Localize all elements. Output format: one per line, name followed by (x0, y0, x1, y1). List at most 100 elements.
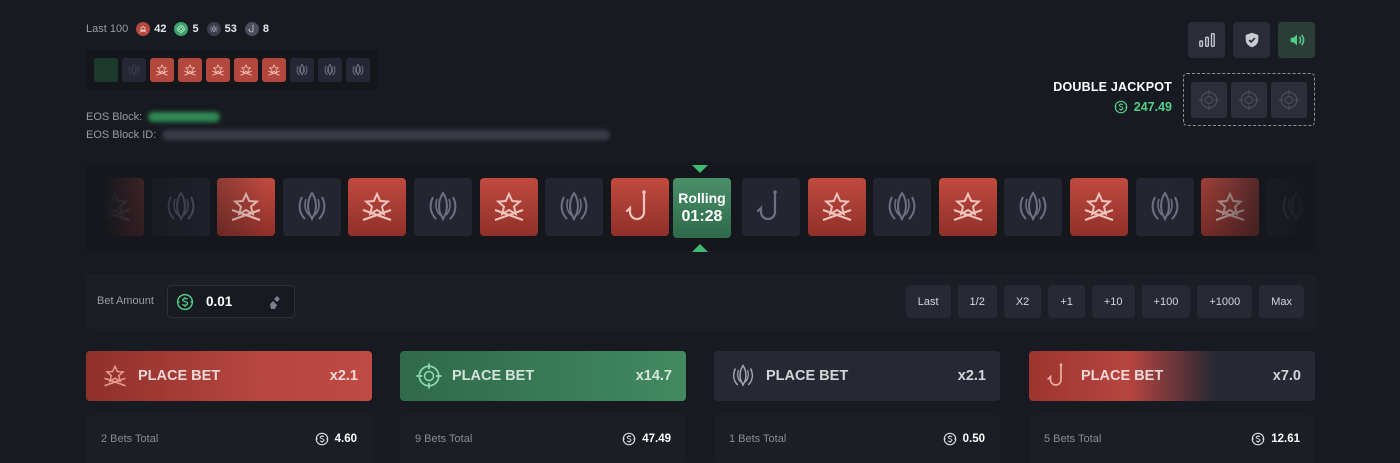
quick-bet-button[interactable]: Max (1259, 285, 1304, 318)
roller-fade-right (1176, 163, 1316, 251)
roller-tile-hook (610, 178, 669, 236)
rolling-label: Rolling (678, 190, 726, 206)
bonus-icon (1237, 88, 1261, 112)
bonus-icon (1197, 88, 1221, 112)
t-icon (100, 361, 130, 391)
quick-bet-button[interactable]: +10 (1091, 285, 1135, 318)
place-bet-button-ct[interactable]: PLACE BET x2.1 (714, 351, 1000, 401)
recent-roll-bonus (94, 58, 118, 82)
hook-icon (751, 187, 791, 227)
bet-amount-value: 0.01 (206, 294, 233, 309)
bets-total-value: 47.49 (642, 433, 671, 445)
jackpot-value-row: 247.49 (1053, 100, 1172, 114)
bets-total-value: 4.60 (334, 433, 357, 445)
ct-icon (206, 22, 221, 36)
t-icon (817, 187, 857, 227)
history-label: Last 100 (86, 23, 129, 35)
recent-roll-t (150, 58, 174, 82)
bets-total-amount: 47.49 (622, 432, 671, 446)
bets-total-row: 2 Bets Total 4.60 (86, 415, 372, 463)
history-ct-stat: 53 (206, 22, 237, 36)
quick-bet-button[interactable]: +100 (1141, 285, 1191, 318)
jackpot-title: DOUBLE JACKPOT (1053, 80, 1172, 94)
sound-toggle-button[interactable] (1278, 22, 1315, 58)
hook-icon (620, 187, 660, 227)
recent-roll-ct (290, 58, 314, 82)
bets-total-row: 9 Bets Total 47.49 (400, 415, 686, 463)
roller-pointer-bottom (692, 244, 708, 252)
recent-roll-t (206, 58, 230, 82)
rolling-timer: 01:28 (681, 208, 723, 225)
clear-brush-icon[interactable] (268, 294, 284, 310)
jackpot-slot (1271, 81, 1307, 118)
shield-check-icon (1245, 32, 1258, 48)
hook-icon (244, 22, 259, 36)
history-t-stat: 42 (136, 22, 166, 36)
stats-button[interactable] (1188, 22, 1225, 58)
history-hook-count: 8 (262, 23, 269, 35)
payout-multiplier: x2.1 (329, 368, 358, 384)
recent-roll-ct (122, 58, 146, 82)
bet-column-hook: PLACE BET x7.0 5 Bets Total 12.61 (1029, 351, 1315, 463)
quick-bet-button[interactable]: +1000 (1197, 285, 1253, 318)
eos-block-id-label: EOS Block ID: (86, 129, 157, 141)
payout-multiplier: x2.1 (957, 368, 986, 384)
ct-icon (554, 187, 594, 227)
bets-total-row: 1 Bets Total 0.50 (714, 415, 1000, 463)
eos-block-id-value (162, 130, 611, 140)
roller-tile-ct (414, 178, 472, 236)
roller-tile-ct (873, 178, 932, 236)
bonus-icon (174, 22, 189, 36)
roller-pointer-top (692, 165, 708, 173)
recent-roll-t (234, 58, 258, 82)
roller-tile-t (938, 178, 997, 236)
bet-column-ct: PLACE BET x2.1 1 Bets Total 0.50 (714, 351, 1000, 463)
recent-roll-t (262, 58, 286, 82)
quick-bet-button[interactable]: 1/2 (957, 285, 997, 318)
bet-column-bonus: PLACE BET x14.7 9 Bets Total 47.49 (400, 351, 686, 463)
place-bet-button-hook[interactable]: PLACE BET x7.0 (1029, 351, 1315, 401)
eos-block: EOS Block: (86, 111, 221, 123)
recent-rolls-strip (86, 50, 378, 90)
history-ct-count: 53 (224, 23, 237, 35)
place-bet-button-bonus[interactable]: PLACE BET x14.7 (400, 351, 686, 401)
provably-fair-button[interactable] (1233, 22, 1270, 58)
place-bet-button-t[interactable]: PLACE BET x2.1 (86, 351, 372, 401)
quick-bet-button[interactable]: +1 (1048, 285, 1085, 318)
bets-total-label: 5 Bets Total (1044, 433, 1102, 445)
ct-icon (728, 361, 758, 391)
jackpot-slot (1191, 81, 1227, 118)
eos-block-value (148, 112, 221, 122)
quick-bet-button[interactable]: Last (905, 285, 951, 318)
quick-bet-button[interactable]: X2 (1003, 285, 1042, 318)
roller-tile-t (479, 178, 538, 236)
history-hook-stat: 8 (244, 22, 269, 36)
bets-total-amount: 12.61 (1251, 432, 1300, 446)
recent-roll-t (178, 58, 202, 82)
payout-multiplier: x7.0 (1272, 368, 1301, 384)
quick-bet-buttons: Last 1/2 X2 +1 +10 +100 +1000 Max (905, 285, 1304, 318)
bet-amount-input[interactable]: 0.01 (167, 285, 295, 318)
history-bonus-count: 5 (192, 23, 199, 35)
coin-icon (1251, 432, 1265, 446)
roller-tile-ct (545, 178, 604, 236)
bet-controls: Bet Amount 0.01 Last 1/2 X2 +1 +10 +100 +1000 M… (86, 274, 1316, 329)
ct-icon (882, 187, 922, 227)
ct-icon (423, 187, 463, 227)
history-bonus-stat: 5 (174, 22, 199, 36)
bets-total-value: 0.50 (962, 433, 985, 445)
bets-total-amount: 0.50 (943, 432, 985, 446)
bets-total-label: 1 Bets Total (729, 433, 787, 445)
place-bet-label: PLACE BET (1081, 368, 1164, 384)
t-icon (1079, 187, 1119, 227)
bets-total-label: 2 Bets Total (101, 433, 159, 445)
roller-tile-t (807, 178, 866, 236)
t-icon (489, 187, 529, 227)
top-right-toolbar (1188, 22, 1315, 58)
coin-icon (622, 432, 636, 446)
bets-total-label: 9 Bets Total (415, 433, 473, 445)
coin-icon (176, 293, 194, 311)
recent-roll-ct (346, 58, 370, 82)
speaker-icon (1290, 34, 1304, 46)
coin-icon (943, 432, 957, 446)
